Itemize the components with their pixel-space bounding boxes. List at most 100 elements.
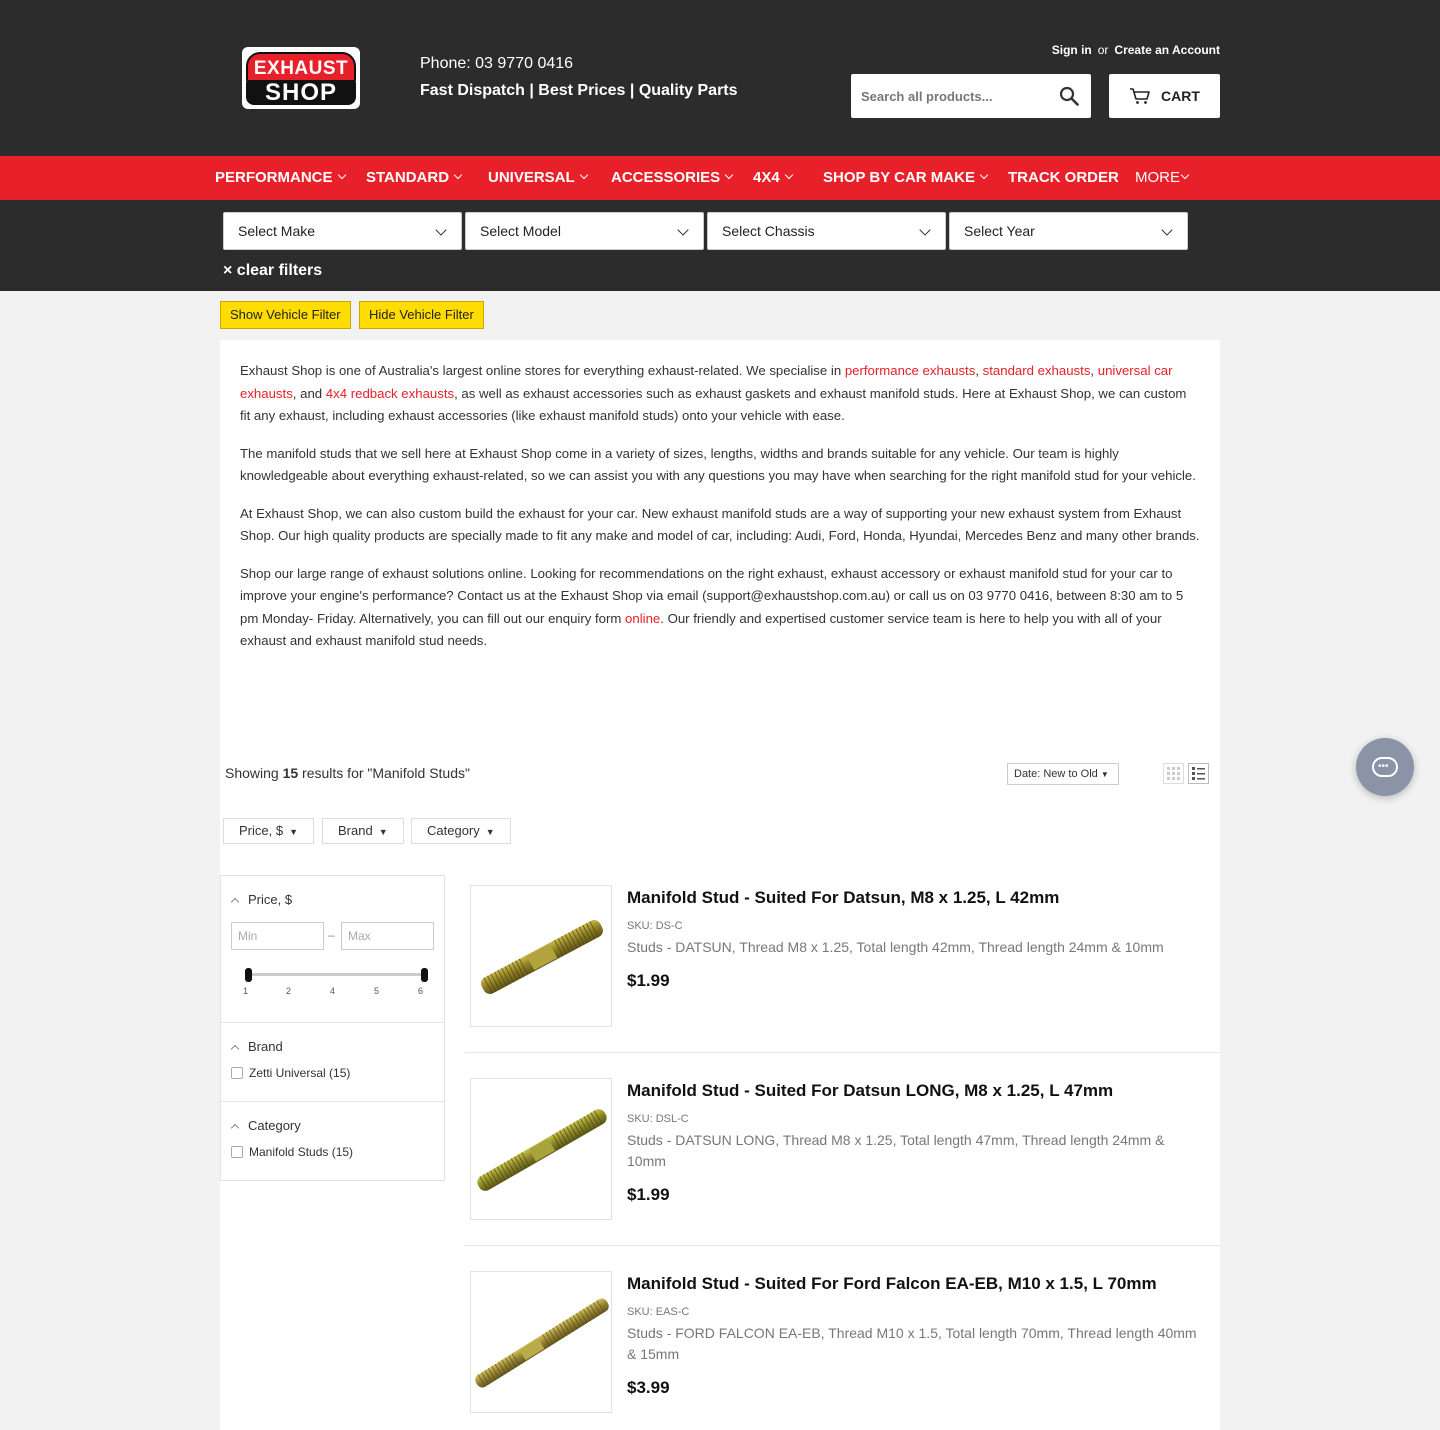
price-min-input[interactable] — [231, 922, 324, 950]
price-slider-track[interactable] — [248, 973, 426, 976]
nav-item-universal[interactable]: UNIVERSAL — [488, 156, 588, 200]
checkbox[interactable] — [231, 1146, 243, 1158]
search-box — [851, 74, 1091, 118]
or-text: or — [1097, 43, 1109, 57]
category-checkbox-manifold-studs[interactable]: Manifold Studs (15) — [231, 1145, 353, 1159]
nav-item-shop-by-car-make[interactable]: SHOP BY CAR MAKE — [823, 156, 989, 200]
nav-item-4x4[interactable]: 4X4 — [753, 156, 793, 200]
logo-top-text: EXHAUST — [246, 52, 356, 82]
product-image[interactable] — [470, 1271, 612, 1413]
main-nav: PERFORMANCE STANDARD UNIVERSAL ACCESSORI… — [0, 156, 1440, 200]
sign-in-link[interactable]: Sign in — [1052, 43, 1092, 57]
slider-tick: 4 — [330, 986, 336, 996]
vehicle-filter-bar: Select Make Select Model Select Chassis … — [0, 200, 1440, 291]
brand-filter-title[interactable]: Brand — [230, 1039, 283, 1054]
description-paragraph: The manifold studs that we sell here at … — [240, 445, 1196, 484]
range-dash: – — [328, 928, 335, 942]
nav-label: SHOP BY CAR MAKE — [823, 169, 975, 186]
product-item: Manifold Stud - Suited For Datsun LONG, … — [470, 1078, 1210, 1220]
chevron-down-icon — [979, 170, 989, 180]
cart-icon — [1130, 88, 1150, 104]
clear-filters-link[interactable]: × clear filters — [223, 262, 322, 280]
chevron-up-icon — [230, 1044, 240, 1054]
nav-item-track-order[interactable]: TRACK ORDER — [1008, 156, 1119, 200]
enquiry-online-link[interactable]: online — [625, 611, 660, 626]
chevron-down-icon — [579, 170, 588, 180]
product-price: $1.99 — [627, 1185, 670, 1204]
description-text: Exhaust Shop is one of Australia's large… — [240, 363, 845, 378]
list-view-icon[interactable] — [1188, 763, 1209, 784]
select-chassis[interactable]: Select Chassis — [707, 212, 946, 250]
product-title[interactable]: Manifold Stud - Suited For Datsun, M8 x … — [627, 888, 1059, 908]
select-year-label: Select Year — [964, 223, 1035, 239]
price-filter-label: Price, $ — [248, 892, 293, 907]
performance-exhausts-link[interactable]: performance exhausts — [845, 363, 975, 378]
results-prefix: Showing — [225, 765, 283, 781]
nav-item-standard[interactable]: STANDARD — [366, 156, 463, 200]
chat-dots-icon: ••• — [1378, 761, 1389, 772]
category-filter-title[interactable]: Category — [230, 1118, 301, 1133]
show-vehicle-filter-button[interactable]: Show Vehicle Filter — [220, 301, 351, 329]
description-paragraph: Exhaust Shop is one of Australia's large… — [240, 360, 1200, 428]
price-slider-min-handle[interactable] — [245, 968, 252, 982]
hide-vehicle-filter-button[interactable]: Hide Vehicle Filter — [359, 301, 484, 329]
search-icon[interactable] — [1059, 86, 1079, 106]
sort-select[interactable]: Date: New to Old ▼ — [1007, 763, 1119, 785]
chevron-down-icon — [435, 224, 447, 236]
grid-view-icon[interactable] — [1163, 763, 1184, 784]
nav-label: MORE — [1135, 169, 1180, 186]
chat-widget-button[interactable]: ••• — [1356, 738, 1414, 796]
separator-text: , and — [292, 385, 326, 401]
product-price: $1.99 — [627, 971, 670, 990]
filter-chip-price[interactable]: Price, $ ▼ — [223, 818, 314, 844]
slider-tick: 2 — [286, 986, 292, 996]
product-title[interactable]: Manifold Stud - Suited For Datsun LONG, … — [627, 1081, 1113, 1101]
search-input[interactable] — [851, 74, 1051, 118]
nav-item-more[interactable]: MORE — [1135, 156, 1190, 200]
chevron-up-icon — [230, 897, 240, 907]
caret-down-icon: ▼ — [1100, 770, 1109, 779]
filter-chip-brand[interactable]: Brand ▼ — [322, 818, 404, 844]
logo-bottom-text: SHOP — [246, 81, 356, 105]
standard-exhausts-link[interactable]: standard exhausts — [983, 363, 1091, 378]
cart-button[interactable]: CART — [1109, 74, 1220, 118]
redback-exhausts-link[interactable]: 4x4 redback exhausts — [326, 386, 454, 401]
category-filter-label: Category — [248, 1118, 301, 1133]
caret-down-icon: ▼ — [289, 827, 298, 837]
slider-tick: 1 — [243, 986, 249, 996]
product-price: $3.99 — [627, 1378, 670, 1397]
slider-tick: 5 — [374, 986, 380, 996]
results-number: 15 — [282, 765, 299, 781]
description-paragraph: At Exhaust Shop, we can also custom buil… — [240, 505, 1200, 544]
filter-sidebar — [220, 875, 445, 1181]
price-slider-max-handle[interactable] — [421, 968, 428, 982]
price-max-input[interactable] — [341, 922, 434, 950]
chip-label: Brand — [338, 823, 373, 838]
slider-tick: 6 — [418, 986, 424, 996]
nav-label: UNIVERSAL — [488, 169, 575, 186]
nav-item-accessories[interactable]: ACCESSORIES — [611, 156, 734, 200]
brand-checkbox-zetti[interactable]: Zetti Universal (15) — [231, 1066, 350, 1080]
separator-text: , — [975, 363, 983, 378]
exhaust-shop-logo[interactable]: EXHAUST SHOP — [242, 47, 360, 109]
manifold-stud-image — [475, 1298, 609, 1388]
filter-chip-category[interactable]: Category ▼ — [411, 818, 511, 844]
product-title[interactable]: Manifold Stud - Suited For Ford Falcon E… — [627, 1274, 1157, 1294]
chevron-down-icon — [677, 224, 689, 236]
select-model-label: Select Model — [480, 223, 561, 239]
nav-item-performance[interactable]: PERFORMANCE — [215, 156, 346, 200]
nav-label: ACCESSORIES — [611, 169, 721, 186]
select-year[interactable]: Select Year — [949, 212, 1188, 250]
create-account-link[interactable]: Create an Account — [1114, 43, 1220, 57]
product-divider — [465, 1052, 1220, 1053]
price-filter-title[interactable]: Price, $ — [230, 892, 293, 907]
select-make[interactable]: Select Make — [223, 212, 462, 250]
select-model[interactable]: Select Model — [465, 212, 704, 250]
product-image[interactable] — [470, 1078, 612, 1220]
phone-number: Phone: 03 9770 0416 — [420, 55, 574, 72]
checkbox[interactable] — [231, 1067, 243, 1079]
separator-text: , — [1090, 363, 1098, 378]
chevron-down-icon — [1180, 170, 1190, 180]
product-image[interactable] — [470, 885, 612, 1027]
tagline: Fast Dispatch | Best Prices | Quality Pa… — [420, 82, 738, 99]
